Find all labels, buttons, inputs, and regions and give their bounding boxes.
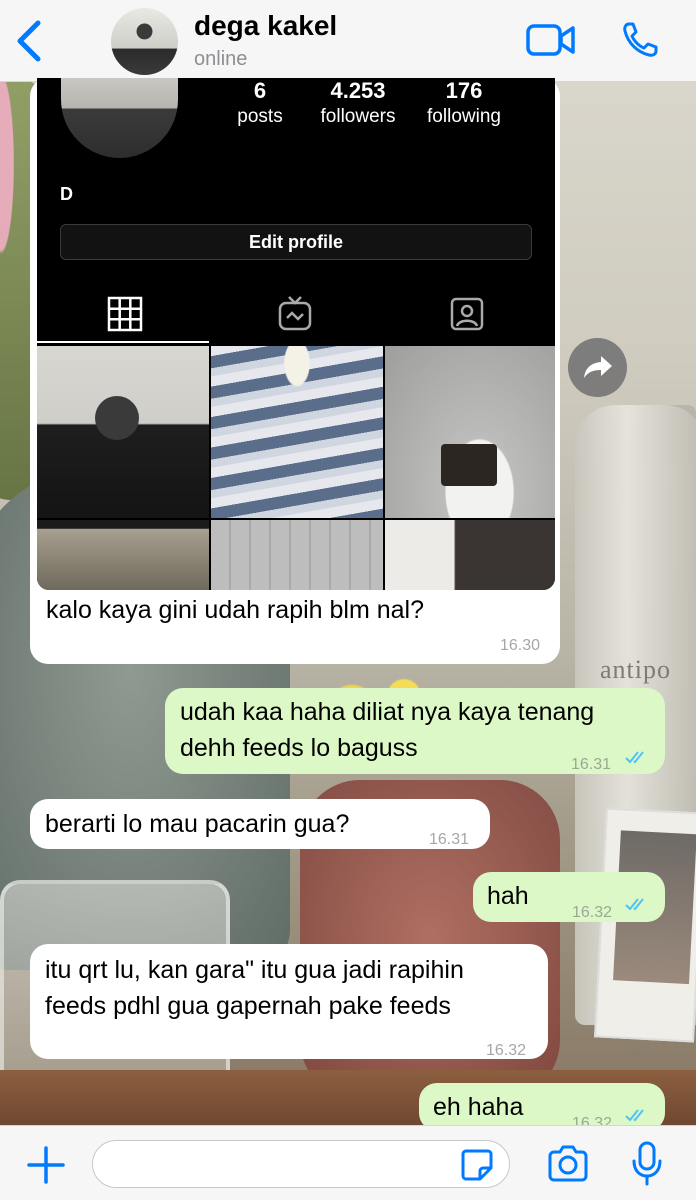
read-ticks-icon bbox=[625, 751, 644, 764]
contact-avatar[interactable] bbox=[111, 8, 178, 75]
message-text: berarti lo mau pacarin gua? bbox=[45, 810, 350, 838]
igtv-icon bbox=[278, 296, 312, 331]
chat-header: dega kakel online bbox=[0, 0, 696, 82]
ig-active-tab-indicator bbox=[37, 341, 209, 343]
instagram-profile-screenshot[interactable]: 6 posts 4.253 followers 176 following D … bbox=[37, 78, 555, 590]
message-text-line: udah kaa haha diliat nya kaya tenang bbox=[180, 698, 595, 726]
contact-name[interactable]: dega kakel bbox=[194, 10, 337, 42]
microphone-icon[interactable] bbox=[630, 1141, 664, 1187]
message-time: 16.32 bbox=[572, 904, 613, 921]
ig-posts-count: 6 bbox=[253, 78, 267, 103]
outgoing-message-bubble[interactable]: udah kaa haha diliat nya kaya tenang deh… bbox=[165, 688, 665, 774]
message-text-line: itu qrt lu, kan gara" itu gua jadi rapih… bbox=[45, 956, 464, 984]
plus-icon[interactable] bbox=[26, 1145, 66, 1185]
incoming-message-bubble[interactable]: itu qrt lu, kan gara" itu gua jadi rapih… bbox=[30, 944, 548, 1059]
read-ticks-icon bbox=[625, 898, 644, 911]
message-time: 16.31 bbox=[571, 756, 612, 773]
ig-post-thumbnail bbox=[385, 520, 555, 590]
wallpaper-bottle-label: antipo bbox=[600, 655, 671, 684]
forward-icon[interactable] bbox=[568, 338, 627, 397]
message-time: 16.31 bbox=[429, 831, 470, 848]
ig-posts-label: posts bbox=[237, 106, 283, 127]
ig-post-thumbnail bbox=[211, 520, 383, 590]
video-call-icon[interactable] bbox=[526, 22, 576, 58]
ig-followers-label: followers bbox=[320, 106, 396, 127]
outgoing-message-bubble[interactable]: eh haha 16.32 bbox=[419, 1083, 665, 1132]
ig-edit-profile-button: Edit profile bbox=[60, 224, 532, 260]
message-input[interactable] bbox=[92, 1140, 510, 1188]
composer-bar bbox=[0, 1125, 696, 1200]
ig-post-person bbox=[95, 396, 139, 440]
image-message-bubble[interactable]: 6 posts 4.253 followers 176 following D … bbox=[30, 78, 560, 664]
message-text-line: feeds pdhl gua gapernah pake feeds bbox=[45, 992, 451, 1020]
camera-icon[interactable] bbox=[546, 1144, 590, 1184]
ig-followers-count: 4.253 bbox=[330, 78, 386, 103]
read-ticks-icon bbox=[625, 1109, 644, 1122]
message-time: 16.32 bbox=[486, 1042, 527, 1059]
message-text: eh haha bbox=[433, 1093, 524, 1121]
sticker-icon[interactable] bbox=[460, 1148, 494, 1182]
message-text-line: dehh feeds lo baguss bbox=[180, 734, 418, 762]
ig-post-thumbnail bbox=[211, 346, 383, 518]
back-chevron-icon[interactable] bbox=[12, 20, 48, 62]
message-text: kalo kaya gini udah rapih blm nal? bbox=[46, 596, 425, 624]
message-time: 16.30 bbox=[500, 637, 541, 654]
ig-following-label: following bbox=[427, 106, 501, 127]
outgoing-message-bubble[interactable]: hah 16.32 bbox=[473, 872, 665, 922]
message-text: hah bbox=[487, 882, 529, 910]
grid-icon bbox=[107, 296, 143, 332]
tagged-icon bbox=[450, 297, 484, 331]
contact-status: online bbox=[194, 48, 248, 70]
ig-post-tvs bbox=[441, 444, 497, 486]
ig-post-thumbnail bbox=[37, 520, 209, 590]
ig-post-thumbnail bbox=[385, 346, 555, 518]
incoming-message-bubble[interactable]: berarti lo mau pacarin gua? 16.31 bbox=[30, 799, 490, 849]
ig-post-thumbnail bbox=[37, 346, 209, 518]
phone-icon[interactable] bbox=[620, 20, 660, 60]
ig-following-count: 176 bbox=[445, 78, 483, 103]
ig-bio: D bbox=[60, 184, 73, 204]
ig-profile-avatar bbox=[61, 78, 178, 158]
